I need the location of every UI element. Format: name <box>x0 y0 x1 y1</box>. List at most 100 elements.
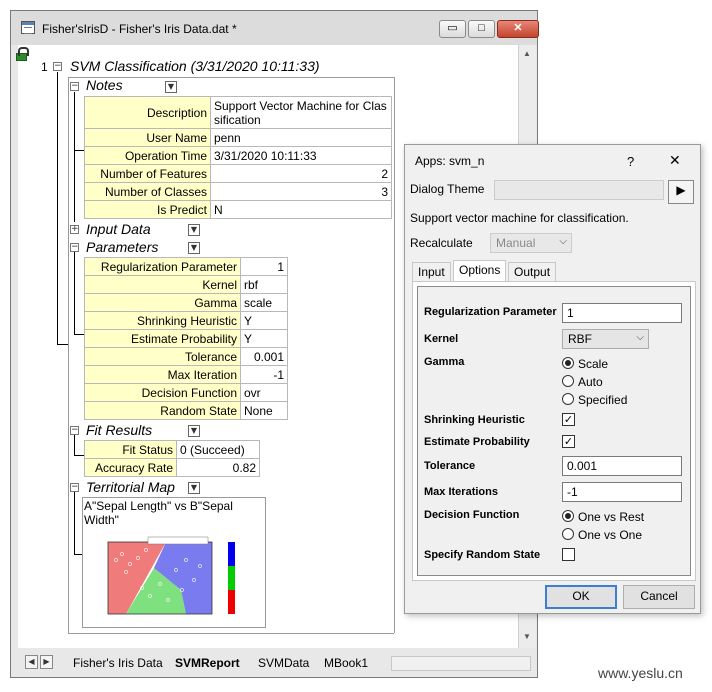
decision-ovo-radio[interactable] <box>562 528 574 540</box>
collapse-fit-results-icon[interactable]: − <box>70 426 79 435</box>
param-value: 0.001 <box>240 347 288 366</box>
restore-button[interactable]: □ <box>468 20 495 38</box>
gamma-auto-radio[interactable] <box>562 375 574 387</box>
regularization-label: Regularization Parameter <box>424 306 557 318</box>
dialog-title: Apps: svm_n <box>415 154 485 168</box>
random-state-checkbox[interactable] <box>562 548 575 561</box>
tolerance-label: Tolerance <box>424 460 476 472</box>
horizontal-scrollbar[interactable] <box>391 656 531 671</box>
notes-value: 3 <box>210 182 392 201</box>
tree-line <box>74 92 75 222</box>
sheet-tab-svmdata[interactable]: SVMData <box>258 654 309 673</box>
notes-value: N <box>210 200 392 219</box>
param-value: -1 <box>240 365 288 384</box>
dialog-close-icon[interactable]: ✕ <box>669 152 681 169</box>
territorial-map-dropdown-icon[interactable]: ▼ <box>188 482 200 494</box>
first-sheet-icon[interactable]: ◀ <box>25 655 38 669</box>
tolerance-input[interactable]: 0.001 <box>562 456 682 476</box>
collapse-parameters-icon[interactable]: − <box>70 243 79 252</box>
collapse-territorial-map-icon[interactable]: − <box>70 483 79 492</box>
estimate-checkbox[interactable]: ✓ <box>562 435 575 448</box>
kernel-label: Kernel <box>424 333 459 345</box>
notes-value: 3/31/2020 10:11:33 <box>210 146 392 165</box>
dialog-theme-combo[interactable] <box>494 180 664 200</box>
table-row: Accuracy Rate 0.82 <box>84 458 260 477</box>
notes-key: Number of Features <box>84 164 211 183</box>
estimate-label: Estimate Probability <box>424 436 530 448</box>
title-bar[interactable]: Fisher'sIrisD - Fisher's Iris Data.dat *… <box>11 11 539 45</box>
chevron-down-icon: ⌵ <box>559 236 567 247</box>
ok-button[interactable]: OK <box>545 585 617 609</box>
param-value: Y <box>240 329 288 348</box>
gamma-scale-label[interactable]: Scale <box>578 357 608 371</box>
parameters-dropdown-icon[interactable]: ▼ <box>188 242 200 254</box>
tab-input[interactable]: Input <box>412 262 451 281</box>
parameters-label: Parameters <box>86 239 159 255</box>
decision-ovo-label[interactable]: One vs One <box>578 528 642 542</box>
decision-ovr-radio[interactable] <box>562 510 574 522</box>
gamma-auto-label[interactable]: Auto <box>578 375 603 389</box>
sheet-tab-fishers-iris-data[interactable]: Fisher's Iris Data <box>73 654 163 673</box>
row-number: 1 <box>41 60 48 74</box>
scroll-up-icon[interactable]: ▲ <box>523 49 531 58</box>
sheet-tab-mbook1[interactable]: MBook1 <box>324 654 368 673</box>
table-row: Estimate Probability Y <box>84 329 288 348</box>
notes-label: Notes <box>86 77 123 93</box>
notes-key: Operation Time <box>84 146 211 165</box>
regularization-input[interactable]: 1 <box>562 303 682 323</box>
territorial-map-thumbnail[interactable] <box>86 530 264 626</box>
param-key: Kernel <box>84 275 241 294</box>
gamma-specified-label[interactable]: Specified <box>578 393 627 407</box>
options-group: Regularization Parameter 1 Kernel RBF ⌵ … <box>417 286 691 576</box>
fit-key: Fit Status <box>84 440 177 459</box>
param-value: ovr <box>240 383 288 402</box>
input-data-dropdown-icon[interactable]: ▼ <box>188 224 200 236</box>
last-sheet-icon[interactable]: ▶ <box>40 655 53 669</box>
table-row: Number of Classes 3 <box>84 182 392 201</box>
window-title: Fisher'sIrisD - Fisher's Iris Data.dat * <box>42 22 237 36</box>
param-key: Estimate Probability <box>84 329 241 348</box>
help-icon[interactable]: ? <box>627 154 634 169</box>
max-iterations-label: Max Iterations <box>424 486 498 498</box>
tab-output[interactable]: Output <box>508 262 557 281</box>
scroll-down-icon[interactable]: ▼ <box>523 632 531 641</box>
lock-icon[interactable] <box>16 47 29 61</box>
param-key: Gamma <box>84 293 241 312</box>
workbook-icon <box>21 21 35 34</box>
tab-options[interactable]: Options <box>453 260 507 282</box>
recalculate-value: Manual <box>496 236 536 250</box>
collapse-notes-icon[interactable]: − <box>70 82 79 91</box>
shrinking-checkbox[interactable]: ✓ <box>562 413 575 426</box>
svm-dialog: Apps: svm_n ? ✕ Dialog Theme ▶ Support v… <box>404 144 701 614</box>
tree-line <box>57 72 58 344</box>
theme-menu-arrow-icon[interactable]: ▶ <box>668 180 694 204</box>
table-row: Gamma scale <box>84 293 288 312</box>
collapse-report-icon[interactable]: − <box>53 62 62 71</box>
minimize-button[interactable]: ▭ <box>439 20 466 38</box>
notes-value: penn <box>210 128 392 147</box>
param-key: Regularization Parameter <box>84 257 241 276</box>
gamma-scale-radio[interactable] <box>562 357 574 369</box>
gamma-specified-radio[interactable] <box>562 393 574 405</box>
fit-results-table: Fit Status 0 (Succeed) Accuracy Rate 0.8… <box>84 440 260 477</box>
territorial-map-caption: A"Sepal Length" vs B"Sepal Width" <box>84 499 264 527</box>
recalculate-combo[interactable]: Manual ⌵ <box>490 233 572 253</box>
param-key: Decision Function <box>84 383 241 402</box>
expand-input-data-icon[interactable]: + <box>70 225 79 234</box>
notes-table: Description Support Vector Machine for C… <box>84 96 392 219</box>
table-row: Regularization Parameter 1 <box>84 257 288 276</box>
fit-results-dropdown-icon[interactable]: ▼ <box>188 425 200 437</box>
close-button[interactable]: ✕ <box>497 20 539 38</box>
max-iterations-input[interactable]: -1 <box>562 482 682 502</box>
kernel-combo[interactable]: RBF ⌵ <box>562 329 649 349</box>
decision-ovr-label[interactable]: One vs Rest <box>578 510 644 524</box>
cancel-button[interactable]: Cancel <box>623 585 695 609</box>
tree-line <box>74 435 75 455</box>
notes-value-description: Support Vector Machine for Clas sificatio… <box>210 96 392 129</box>
sheet-tab-svmreport[interactable]: SVMReport <box>175 654 240 673</box>
outer-frame-line <box>68 633 394 634</box>
table-row: User Name penn <box>84 128 392 147</box>
notes-key-description: Description <box>84 96 211 129</box>
table-row: Tolerance 0.001 <box>84 347 288 366</box>
notes-dropdown-icon[interactable]: ▼ <box>165 81 177 93</box>
